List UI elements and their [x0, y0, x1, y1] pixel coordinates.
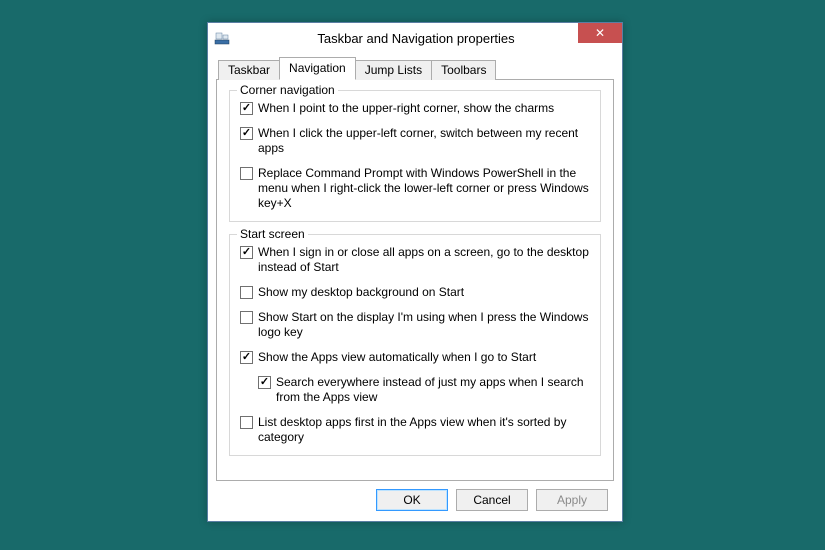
option-recent-apps: When I click the upper-left corner, swit…: [240, 126, 590, 156]
groupbox-corner-navigation: Corner navigation When I point to the up…: [229, 90, 601, 222]
label-recent-apps: When I click the upper-left corner, swit…: [258, 126, 590, 156]
label-desktop-bg: Show my desktop background on Start: [258, 285, 590, 300]
checkbox-desktop-bg[interactable]: [240, 286, 253, 299]
option-list-desktop-first: List desktop apps first in the Apps view…: [240, 415, 590, 445]
tab-jumplists[interactable]: Jump Lists: [355, 60, 432, 80]
legend-start: Start screen: [237, 227, 308, 241]
label-search-everywhere: Search everywhere instead of just my app…: [276, 375, 590, 405]
label-apps-view: Show the Apps view automatically when I …: [258, 350, 590, 365]
ok-button[interactable]: OK: [376, 489, 448, 511]
label-go-desktop: When I sign in or close all apps on a sc…: [258, 245, 590, 275]
button-bar: OK Cancel Apply: [216, 489, 614, 511]
close-icon: ✕: [595, 27, 605, 39]
cancel-button[interactable]: Cancel: [456, 489, 528, 511]
option-desktop-bg: Show my desktop background on Start: [240, 285, 590, 300]
checkbox-charms[interactable]: [240, 102, 253, 115]
client-area: Taskbar Navigation Jump Lists Toolbars C…: [208, 53, 622, 521]
close-button[interactable]: ✕: [578, 23, 622, 43]
option-powershell: Replace Command Prompt with Windows Powe…: [240, 166, 590, 211]
checkbox-start-display[interactable]: [240, 311, 253, 324]
checkbox-recent-apps[interactable]: [240, 127, 253, 140]
tab-navigation[interactable]: Navigation: [279, 57, 356, 80]
tab-toolbars[interactable]: Toolbars: [431, 60, 496, 80]
window-title: Taskbar and Navigation properties: [230, 31, 622, 46]
titlebar[interactable]: Taskbar and Navigation properties ✕: [208, 23, 622, 53]
option-start-display: Show Start on the display I'm using when…: [240, 310, 590, 340]
tabpanel-navigation: Corner navigation When I point to the up…: [216, 79, 614, 481]
apply-button[interactable]: Apply: [536, 489, 608, 511]
checkbox-search-everywhere[interactable]: [258, 376, 271, 389]
app-icon: [214, 30, 230, 46]
option-charms: When I point to the upper-right corner, …: [240, 101, 590, 116]
label-list-desktop-first: List desktop apps first in the Apps view…: [258, 415, 590, 445]
checkbox-apps-view[interactable]: [240, 351, 253, 364]
groupbox-start-screen: Start screen When I sign in or close all…: [229, 234, 601, 456]
legend-corner: Corner navigation: [237, 83, 338, 97]
properties-dialog: Taskbar and Navigation properties ✕ Task…: [207, 22, 623, 522]
option-apps-view: Show the Apps view automatically when I …: [240, 350, 590, 365]
label-charms: When I point to the upper-right corner, …: [258, 101, 590, 116]
checkbox-go-desktop[interactable]: [240, 246, 253, 259]
tabstrip: Taskbar Navigation Jump Lists Toolbars: [218, 57, 614, 79]
checkbox-list-desktop-first[interactable]: [240, 416, 253, 429]
option-go-desktop: When I sign in or close all apps on a sc…: [240, 245, 590, 275]
checkbox-powershell[interactable]: [240, 167, 253, 180]
option-search-everywhere: Search everywhere instead of just my app…: [258, 375, 590, 405]
label-powershell: Replace Command Prompt with Windows Powe…: [258, 166, 590, 211]
label-start-display: Show Start on the display I'm using when…: [258, 310, 590, 340]
tab-taskbar[interactable]: Taskbar: [218, 60, 280, 80]
